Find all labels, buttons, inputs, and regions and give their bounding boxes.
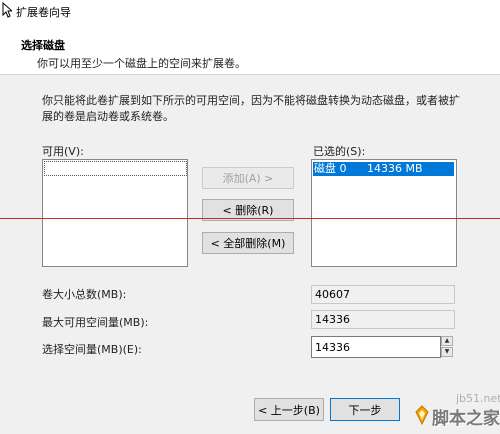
selected-label: 已选的(S): <box>313 145 366 158</box>
mouse-cursor-icon <box>2 2 12 18</box>
spin-up-button[interactable]: ▲ <box>441 336 453 346</box>
red-guide-line <box>0 218 500 219</box>
title-bar: 扩展卷向导 <box>0 0 500 22</box>
watermark-logo-icon <box>415 405 429 426</box>
spin-down-button[interactable]: ▼ <box>441 347 453 357</box>
disk-size: 14336 MB <box>367 162 423 175</box>
description-text: 你只能将此卷扩展到如下所示的可用空间，因为不能将磁盘转换为动态磁盘，或者被扩展的… <box>42 94 460 123</box>
wizard-body: 你只能将此卷扩展到如下所示的可用空间，因为不能将磁盘转换为动态磁盘，或者被扩展的… <box>0 75 500 434</box>
add-button[interactable]: 添加(A) > <box>202 167 294 189</box>
next-button[interactable]: 下一步 <box>330 398 400 421</box>
select-space-input[interactable] <box>311 336 441 358</box>
wizard-header: 选择磁盘 你可以用至少一个磁盘上的空间来扩展卷。 <box>0 22 500 75</box>
available-disks-list[interactable] <box>42 159 188 267</box>
page-subtitle: 你可以用至少一个磁盘上的空间来扩展卷。 <box>37 57 246 70</box>
window-title: 扩展卷向导 <box>16 6 71 19</box>
watermark-text: 脚本之家 <box>432 409 500 429</box>
remove-all-button[interactable]: < 全部删除(M) <box>202 232 294 254</box>
max-space-value: 14336 <box>311 310 455 329</box>
disk-name: 磁盘 0 <box>314 162 347 175</box>
available-label: 可用(V): <box>42 145 84 158</box>
page-title: 选择磁盘 <box>21 39 65 52</box>
total-size-label: 卷大小总数(MB): <box>42 288 127 301</box>
selected-disks-list[interactable]: 磁盘 0 14336 MB <box>311 159 457 267</box>
select-space-label: 选择空间量(MB)(E): <box>42 343 142 356</box>
total-size-value: 40607 <box>311 285 455 304</box>
list-focus-rect <box>44 161 187 176</box>
max-space-label: 最大可用空间量(MB): <box>42 316 149 329</box>
back-button[interactable]: < 上一步(B) <box>254 398 324 421</box>
list-item[interactable]: 磁盘 0 14336 MB <box>313 162 454 176</box>
